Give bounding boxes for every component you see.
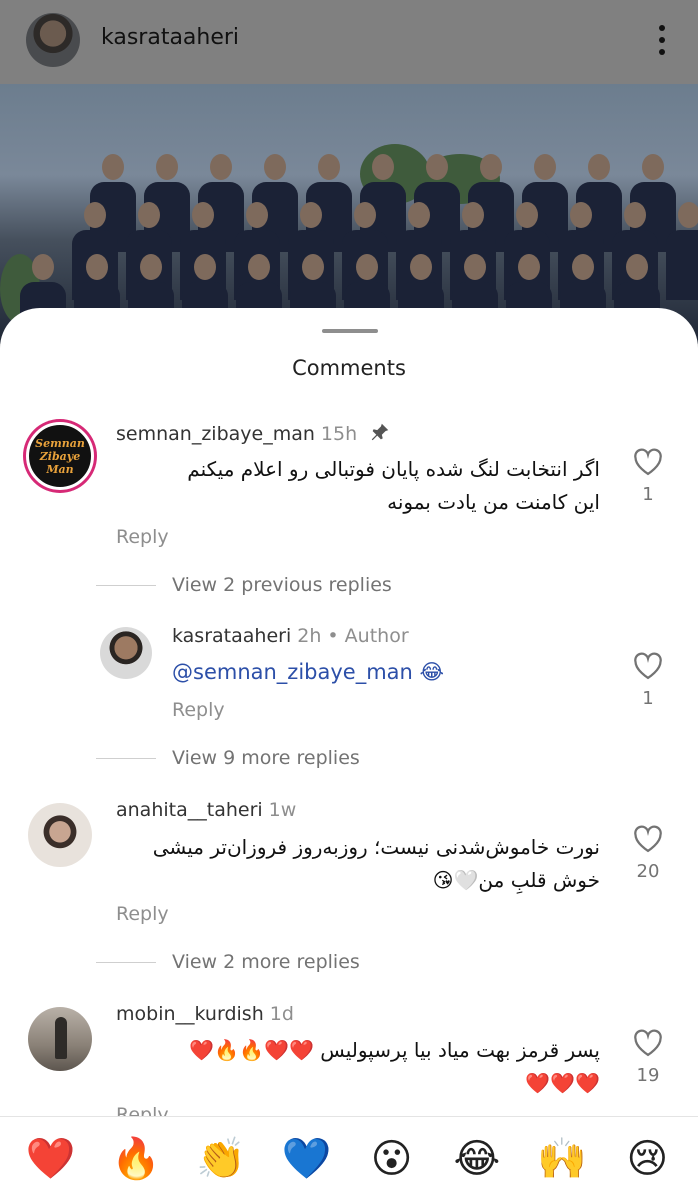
comment-username[interactable]: mobin__kurdish xyxy=(116,1003,264,1025)
reply-button[interactable]: Reply xyxy=(116,526,169,548)
like-button[interactable]: 1 xyxy=(628,652,668,709)
view-replies-label: View 9 more replies xyxy=(172,747,360,769)
heart-outline-icon xyxy=(634,652,662,680)
reply-button[interactable]: Reply xyxy=(116,903,169,925)
author-badge: • Author xyxy=(327,625,409,647)
post-author-avatar[interactable] xyxy=(26,13,80,67)
comment-time: 15h xyxy=(320,423,358,445)
like-count: 1 xyxy=(642,484,654,505)
more-vertical-icon[interactable] xyxy=(648,22,676,58)
commenter-avatar[interactable] xyxy=(28,803,92,867)
emoji-crying-button[interactable]: 😢 xyxy=(612,1139,682,1179)
pin-icon xyxy=(371,423,389,441)
comment-line: نورت خاموش‌شدنی نیست؛ روزبه‌روز فروزان‌ت… xyxy=(152,835,600,859)
sheet-drag-handle[interactable] xyxy=(322,329,378,333)
comment-meta: kasrataaheri 2h • Author xyxy=(172,625,409,647)
comment-username[interactable]: kasrataaheri xyxy=(172,625,291,647)
emoji-blue-heart-button[interactable]: 💙 xyxy=(271,1139,341,1179)
emoji-laughing-button[interactable]: 😂 xyxy=(442,1139,512,1179)
view-more-replies[interactable]: View 9 more replies xyxy=(96,746,360,770)
comment-time: 1d xyxy=(269,1003,294,1025)
emoji-surprised-button[interactable]: 😮 xyxy=(357,1139,427,1179)
heart-outline-icon xyxy=(634,1029,662,1057)
avatar-logo-text: Zibaye xyxy=(39,449,81,463)
like-count: 1 xyxy=(642,688,654,709)
comments-sheet: Comments Semnan Zibaye Man semnan_zibaye… xyxy=(0,308,698,1200)
commenter-avatar[interactable]: Semnan Zibaye Man xyxy=(26,422,94,490)
comment-line: خوش قلبِ من🤍😘 xyxy=(432,868,600,892)
emoji-fire-button[interactable]: 🔥 xyxy=(101,1139,171,1179)
emoji-reaction-bar: ❤️ 🔥 👏 💙 😮 😂 🙌 😢 xyxy=(0,1116,698,1200)
like-button[interactable]: 1 xyxy=(628,448,668,505)
emoji-raised-hands-button[interactable]: 🙌 xyxy=(527,1139,597,1179)
post-photo xyxy=(0,84,698,344)
view-replies-label: View 2 more replies xyxy=(172,951,360,973)
comment-text: پسر قرمز بهت میاد بیا پرسپولیس ❤️❤️🔥🔥❤️ … xyxy=(110,1034,600,1100)
comment-line: ❤️❤️❤️ xyxy=(525,1071,600,1095)
comment-time: 2h xyxy=(297,625,322,647)
comment-line: اگر انتخابت لنگ شده پایان فوتبالی رو اعل… xyxy=(187,457,600,481)
comment-text: نورت خاموش‌شدنی نیست؛ روزبه‌روز فروزان‌ت… xyxy=(110,831,600,897)
mention-text[interactable]: @semnan_zibaye_man 😂 xyxy=(172,660,444,684)
comment-meta: semnan_zibaye_man 15h xyxy=(116,421,391,445)
post-author-username[interactable]: kasrataaheri xyxy=(101,25,239,50)
photo-person xyxy=(666,202,698,300)
like-count: 19 xyxy=(636,1065,660,1086)
comment-line: پسر قرمز بهت میاد بیا پرسپولیس ❤️❤️🔥🔥❤️ xyxy=(189,1038,600,1062)
heart-outline-icon xyxy=(634,825,662,853)
like-button[interactable]: 20 xyxy=(628,825,668,882)
emoji-clap-button[interactable]: 👏 xyxy=(186,1139,256,1179)
heart-outline-icon xyxy=(634,448,662,476)
like-count: 20 xyxy=(636,861,660,882)
emoji-heart-button[interactable]: ❤️ xyxy=(16,1139,86,1179)
comment-username[interactable]: semnan_zibaye_man xyxy=(116,423,315,445)
comment-username[interactable]: anahita__taheri xyxy=(116,799,263,821)
commenter-avatar[interactable] xyxy=(28,1007,92,1071)
view-previous-replies[interactable]: View 2 previous replies xyxy=(96,573,392,597)
comment-meta: anahita__taheri 1w xyxy=(116,799,296,821)
sheet-title: Comments xyxy=(292,356,406,380)
view-more-replies[interactable]: View 2 more replies xyxy=(96,950,360,974)
commenter-avatar[interactable] xyxy=(100,627,152,679)
comment-text: اگر انتخابت لنگ شده پایان فوتبالی رو اعل… xyxy=(110,453,600,519)
avatar-logo-text: Semnan xyxy=(35,436,85,450)
avatar-logo-text: Man xyxy=(46,462,74,476)
like-button[interactable]: 19 xyxy=(628,1029,668,1086)
reply-button[interactable]: Reply xyxy=(172,699,225,721)
view-replies-label: View 2 previous replies xyxy=(172,574,392,596)
post-header: kasrataaheri xyxy=(0,0,698,84)
comment-time: 1w xyxy=(268,799,297,821)
comment-line: این کامنت من یادت بمونه xyxy=(387,490,600,514)
comment-meta: mobin__kurdish 1d xyxy=(116,1003,294,1025)
